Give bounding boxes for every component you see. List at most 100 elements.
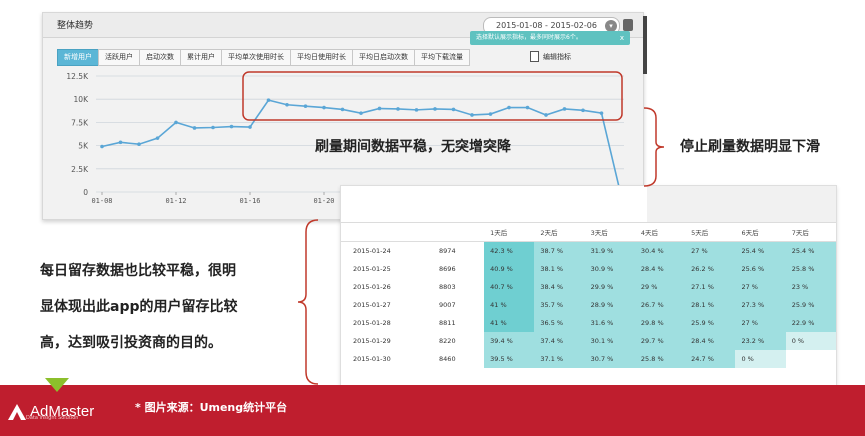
- data-point[interactable]: [322, 105, 326, 110]
- retention-cell: 22.9 %: [785, 314, 836, 332]
- x-tick-label: 01-16: [239, 197, 260, 205]
- table-header-cell: 3天后: [584, 223, 635, 242]
- retention-cell: 37.4 %: [534, 332, 585, 350]
- row-count: 8803: [439, 283, 456, 291]
- data-point[interactable]: [211, 125, 215, 130]
- retention-cell: 39.4 %: [484, 332, 535, 350]
- retention-cell: 41 %: [484, 314, 535, 332]
- retention-cell: 30.4 %: [634, 241, 686, 260]
- y-tick-label: 7.5K: [71, 118, 89, 127]
- retention-cell: 25.8 %: [634, 350, 686, 368]
- data-point[interactable]: [451, 107, 456, 112]
- data-point[interactable]: [266, 98, 271, 102]
- data-point[interactable]: [507, 105, 511, 110]
- retention-cell: 30.1 %: [584, 332, 635, 350]
- data-point[interactable]: [118, 140, 123, 145]
- data-point[interactable]: [174, 120, 178, 125]
- retention-cell: 25.4 %: [785, 241, 836, 260]
- retention-cell: 23 %: [785, 278, 836, 296]
- admaster-logo: AdMaster: [8, 395, 94, 427]
- retention-cell: 40.9 %: [484, 260, 535, 278]
- retention-cell: 30.7 %: [584, 350, 635, 368]
- retention-cell: 38.7 %: [534, 241, 585, 260]
- retention-cell: 25.8 %: [785, 260, 836, 278]
- y-tick-label: 10K: [74, 95, 90, 104]
- row-date: 2015-01-26: [353, 283, 391, 291]
- retention-cell: 24.7 %: [685, 350, 736, 368]
- row-count: 8811: [439, 319, 456, 327]
- data-point[interactable]: [359, 111, 363, 115]
- retention-table: 1天后 2天后 3天后 4天后 5天后 6天后 7天后 2015-01-24 8974 42.3 …: [341, 223, 836, 368]
- retention-cell: 29.7 %: [634, 332, 686, 350]
- data-point[interactable]: [229, 124, 234, 129]
- retention-panel: 1天后 2天后 3天后 4天后 5天后 6天后 7天后 2015-01-24 8974 42.3 …: [340, 185, 837, 387]
- table-header-cell: 7天后: [785, 223, 836, 242]
- table-header-cell: 2天后: [534, 223, 585, 242]
- data-point[interactable]: [544, 113, 548, 117]
- table-header-cell: [429, 223, 485, 242]
- data-point[interactable]: [192, 126, 197, 130]
- retention-cell: 25.9 %: [685, 314, 736, 332]
- data-point[interactable]: [396, 107, 400, 111]
- logo-chevron: [45, 378, 69, 392]
- retention-cell: 36.5 %: [534, 314, 585, 332]
- table-header-cell: 5天后: [685, 223, 736, 242]
- data-point[interactable]: [100, 144, 104, 149]
- y-tick-label: 0: [83, 188, 88, 197]
- row-count: 8220: [439, 337, 456, 345]
- data-point[interactable]: [377, 106, 382, 111]
- retention-cell: 0 %: [785, 332, 836, 350]
- table-header-cell: 6天后: [735, 223, 786, 242]
- annotation-drop: 停止刷量数据明显下滑: [680, 139, 820, 155]
- data-point[interactable]: [433, 107, 437, 111]
- admaster-logo-icon: [8, 404, 26, 420]
- retention-cell: 27 %: [685, 241, 736, 260]
- brand-subtitle: Data Insight Solution: [26, 415, 79, 421]
- data-point[interactable]: [340, 107, 345, 112]
- table-header-cell: [341, 223, 430, 242]
- table-row: 2015-01-29 8220 39.4 % 37.4 % 30.1 % 29.7 % 28…: [341, 332, 836, 350]
- retention-cell: 27 %: [735, 314, 786, 332]
- header-gap: [341, 186, 647, 222]
- data-point[interactable]: [562, 107, 567, 111]
- row-date: 2015-01-24: [353, 247, 391, 255]
- annotation-retention-line3: 高，达到吸引投资商的目的。: [40, 335, 222, 351]
- row-date: 2015-01-29: [353, 337, 391, 345]
- footer: AdMaster Data Insight Solution * 图片来源：Um…: [0, 385, 865, 436]
- retention-cell: 23.2 %: [735, 332, 786, 350]
- data-point[interactable]: [581, 108, 585, 113]
- data-point[interactable]: [414, 108, 419, 112]
- data-point[interactable]: [525, 105, 530, 110]
- table-row: 2015-01-24 8974 42.3 % 38.7 % 31.9 % 30.4 % 27…: [341, 241, 836, 260]
- retention-cell: 29 %: [634, 278, 686, 296]
- retention-cell: 27 %: [735, 278, 786, 296]
- retention-cell: 25.6 %: [735, 260, 786, 278]
- retention-cell: 31.9 %: [584, 241, 635, 260]
- retention-cell: 35.7 %: [534, 296, 585, 314]
- data-point[interactable]: [137, 142, 141, 147]
- annotation-stable: 刷量期间数据平稳，无突增突降: [315, 139, 511, 155]
- data-point[interactable]: [599, 111, 604, 115]
- retention-cell: 31.6 %: [584, 314, 635, 332]
- retention-cell: 40.7 %: [484, 278, 535, 296]
- data-point[interactable]: [155, 136, 160, 140]
- data-point[interactable]: [488, 112, 493, 116]
- annotation-retention-line2: 显体现出此app的用户留存比较: [40, 299, 238, 315]
- table-header-cell: 4天后: [634, 223, 686, 242]
- data-point[interactable]: [285, 102, 289, 107]
- data-point[interactable]: [303, 104, 308, 108]
- data-point[interactable]: [248, 125, 252, 129]
- retention-cell: 26.7 %: [634, 296, 686, 314]
- source-note: * 图片来源：Umeng统计平台: [135, 401, 288, 414]
- data-point[interactable]: [470, 113, 474, 117]
- retention-cell: 42.3 %: [484, 241, 535, 260]
- x-tick-label: 01-08: [91, 197, 112, 205]
- retention-cell: 27.3 %: [735, 296, 786, 314]
- row-date: 2015-01-25: [353, 265, 391, 273]
- retention-cell: 41 %: [484, 296, 535, 314]
- retention-cell: 26.2 %: [685, 260, 736, 278]
- table-row: 2015-01-30 8460 39.5 % 37.1 % 30.7 % 25.8 % 24…: [341, 350, 836, 368]
- retention-cell: 39.5 %: [484, 350, 535, 368]
- retention-cell: 25.4 %: [735, 241, 786, 260]
- table-row: 2015-01-27 9007 41 % 35.7 % 28.9 % 26.7 % 28.1…: [341, 296, 836, 314]
